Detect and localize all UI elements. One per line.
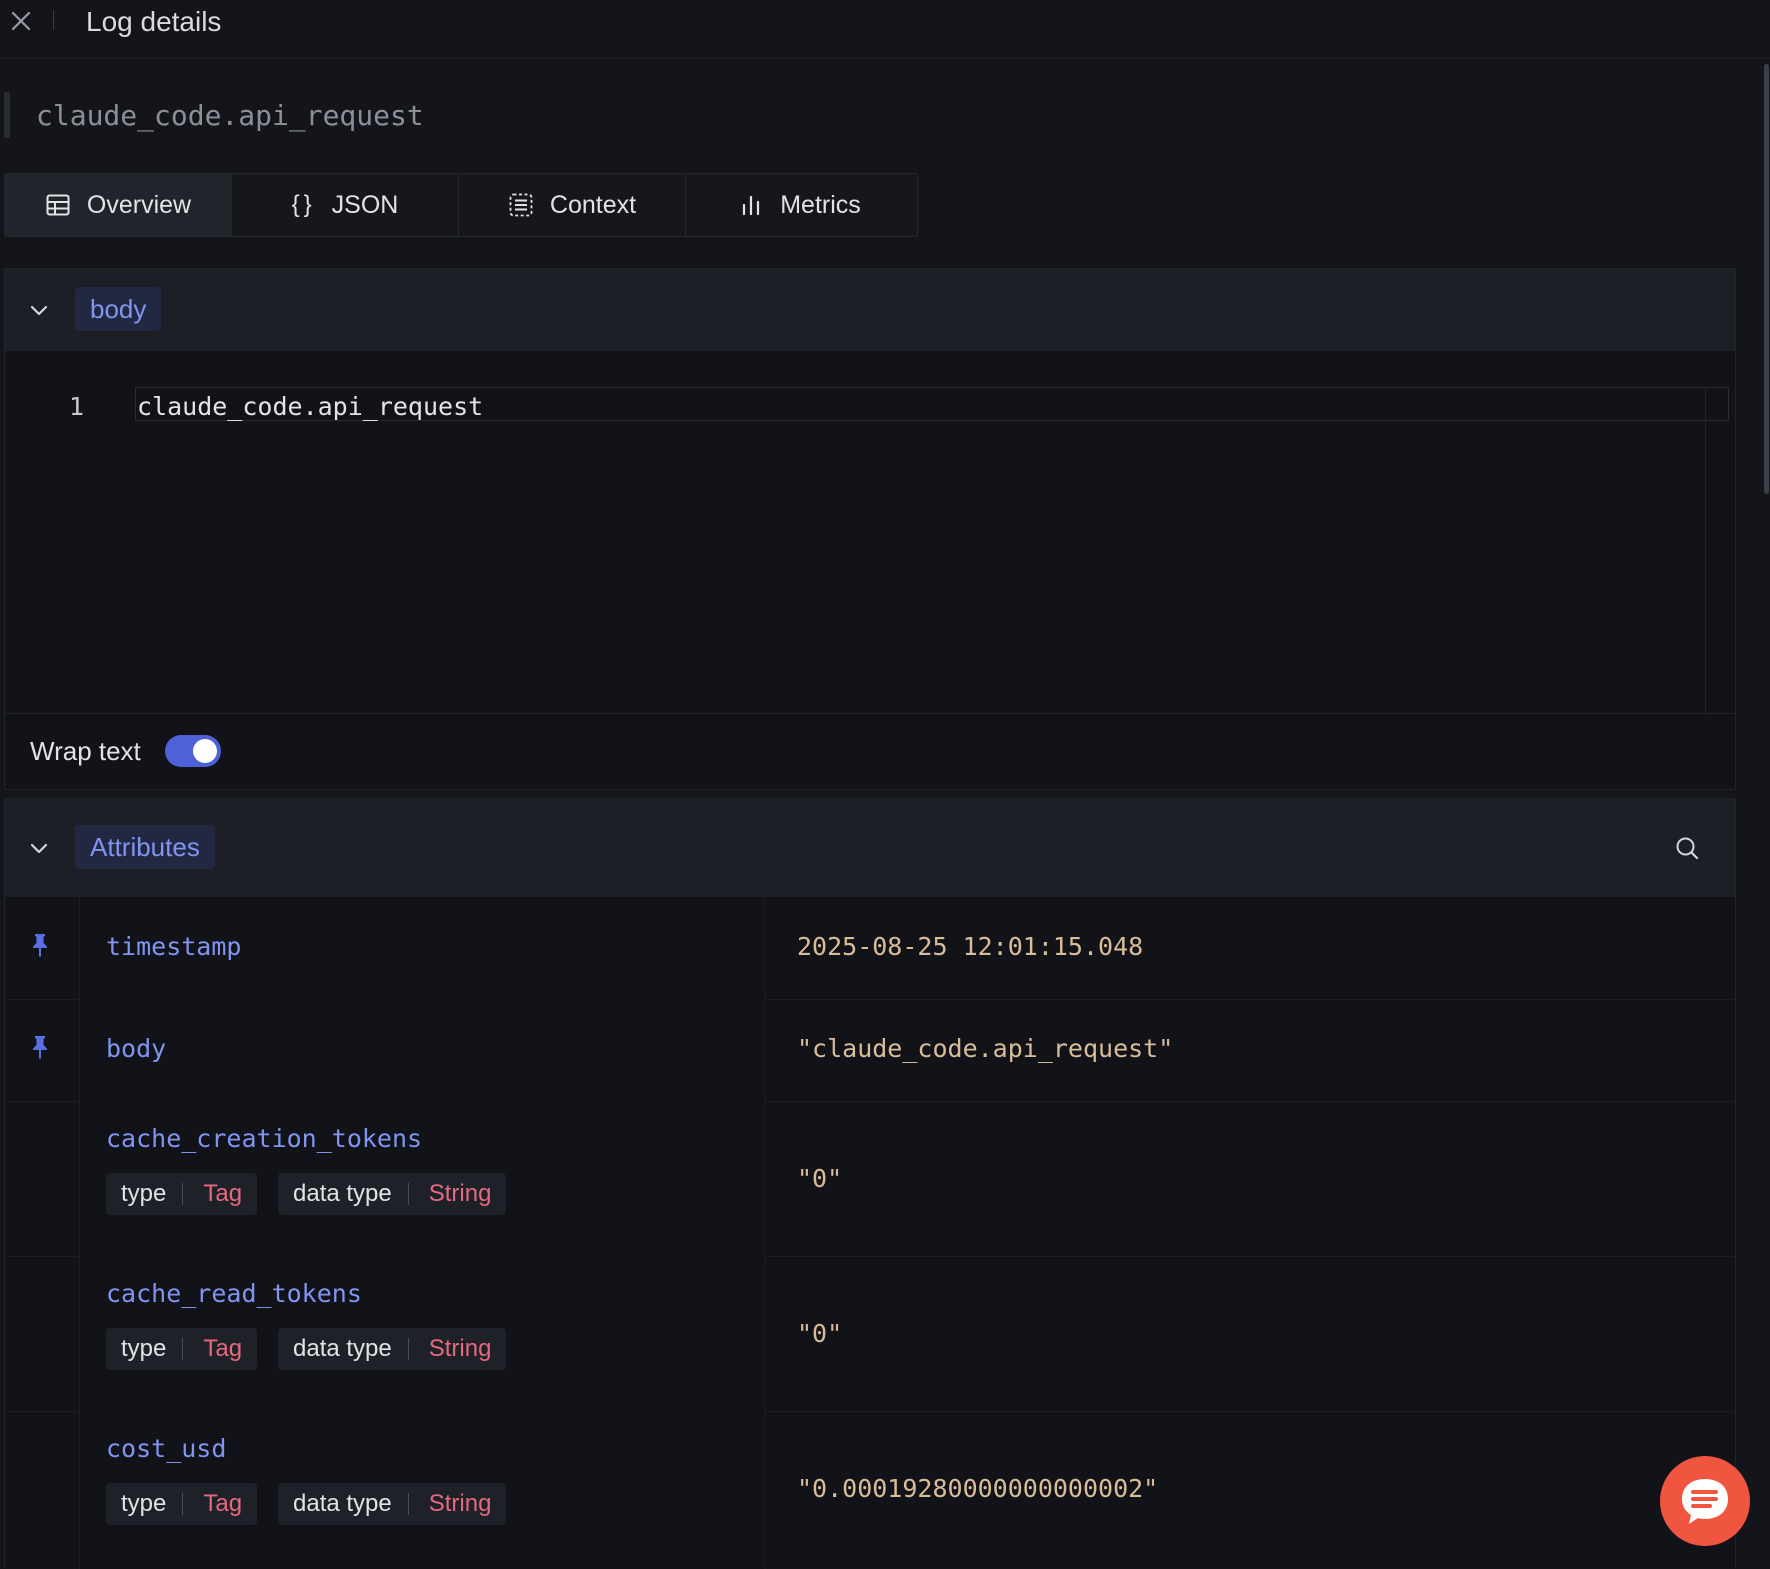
attribute-value: "claude_code.api_request" (797, 1034, 1174, 1063)
tab-json-label: JSON (331, 190, 399, 219)
attribute-key-cell: timestamp (79, 897, 765, 999)
attributes-section-title: Attributes (75, 825, 215, 869)
attribute-row-cost-usd[interactable]: cost_usd type Tag data type String "0.00… (5, 1411, 1735, 1569)
attribute-row-timestamp[interactable]: timestamp 2025-08-25 12:01:15.048 (5, 897, 1735, 1000)
type-chip-label: type (121, 1490, 167, 1517)
search-icon[interactable] (1673, 834, 1701, 862)
data-type-chip-value: String (428, 1180, 492, 1207)
tab-overview[interactable]: Overview (5, 174, 232, 236)
attribute-key-cell: body (79, 999, 765, 1101)
line-number: 1 (69, 392, 85, 421)
type-chip-label: type (121, 1180, 167, 1207)
toggle-knob (193, 739, 217, 763)
attribute-value: 2025-08-25 12:01:15.048 (797, 932, 1144, 961)
attribute-key: body (106, 1034, 167, 1063)
body-code-editor[interactable]: 1 claude_code.api_request (5, 351, 1735, 714)
data-type-chip-label: data type (293, 1180, 392, 1207)
chat-bubble-icon (1682, 1479, 1728, 1524)
pin-icon[interactable] (27, 1033, 53, 1059)
data-type-chip: data type String (278, 1328, 507, 1370)
attribute-key-cell: cost_usd type Tag data type String (79, 1411, 765, 1569)
type-chip-value: Tag (203, 1490, 243, 1517)
attribute-value: "0" (797, 1319, 843, 1348)
attributes-section-header[interactable]: Attributes (5, 799, 1735, 897)
body-section-header[interactable]: body (5, 269, 1735, 351)
scrollbar-thumb[interactable] (1764, 64, 1769, 494)
close-icon[interactable] (8, 8, 34, 34)
chat-support-button[interactable] (1660, 1456, 1750, 1546)
context-icon (509, 193, 533, 217)
data-type-chip-value: String (428, 1490, 492, 1517)
tab-json[interactable]: {} JSON (232, 174, 459, 236)
page-title: Log details (86, 6, 222, 37)
wrap-text-toggle[interactable] (165, 735, 221, 767)
type-chip: type Tag (106, 1483, 258, 1525)
data-type-chip-label: data type (293, 1335, 392, 1362)
attribute-key: cost_usd (106, 1434, 227, 1463)
editor-ruler (1705, 387, 1706, 713)
attribute-value: "0" (797, 1164, 843, 1193)
data-type-chip-label: data type (293, 1490, 392, 1517)
type-chip-value: Tag (203, 1180, 243, 1207)
tab-context[interactable]: Context (459, 174, 686, 236)
wrap-text-row: Wrap text (5, 713, 1735, 791)
type-chip-label: type (121, 1335, 167, 1362)
attribute-key: cache_read_tokens (106, 1279, 362, 1308)
code-line: claude_code.api_request (137, 392, 484, 421)
attribute-value: "0.00019280000000000002" (797, 1474, 1159, 1503)
bar-chart-icon (743, 195, 760, 216)
data-type-chip: data type String (278, 1483, 507, 1525)
attributes-section: Attributes timestamp 2025-08-25 12:01:15… (4, 798, 1736, 1569)
chevron-down-icon[interactable] (25, 834, 53, 862)
braces-icon: {} (291, 191, 316, 218)
tab-metrics[interactable]: Metrics (686, 174, 913, 236)
log-name-field: claude_code.api_request (4, 92, 1770, 140)
data-type-chip-value: String (428, 1335, 492, 1362)
pin-icon[interactable] (27, 931, 53, 957)
wrap-text-label: Wrap text (30, 736, 141, 766)
tab-context-label: Context (549, 190, 637, 219)
attribute-key-cell: cache_creation_tokens type Tag data type… (79, 1101, 765, 1256)
body-section: body 1 claude_code.api_request Wrap text (4, 268, 1736, 790)
attribute-row-cache-read-tokens[interactable]: cache_read_tokens type Tag data type Str… (5, 1256, 1735, 1412)
chevron-down-icon[interactable] (25, 296, 53, 324)
header-divider (53, 10, 54, 30)
attribute-key-cell: cache_read_tokens type Tag data type Str… (79, 1256, 765, 1411)
data-type-chip: data type String (278, 1173, 507, 1215)
header-bar: Log details (0, 0, 1770, 59)
body-section-title: body (75, 287, 162, 331)
type-chip: type Tag (106, 1173, 258, 1215)
type-chip: type Tag (106, 1328, 258, 1370)
view-tabs: Overview {} JSON Context Metrics (4, 173, 918, 237)
attribute-row-body[interactable]: body "claude_code.api_request" (5, 999, 1735, 1102)
type-chip-value: Tag (203, 1335, 243, 1362)
attribute-key: cache_creation_tokens (106, 1124, 423, 1153)
log-name-accent (4, 92, 10, 138)
attribute-row-cache-creation-tokens[interactable]: cache_creation_tokens type Tag data type… (5, 1101, 1735, 1257)
table-icon (46, 194, 70, 216)
tab-metrics-label: Metrics (780, 190, 861, 219)
tab-overview-label: Overview (86, 190, 192, 219)
attribute-key: timestamp (106, 932, 242, 961)
log-name-text: claude_code.api_request (36, 99, 424, 132)
